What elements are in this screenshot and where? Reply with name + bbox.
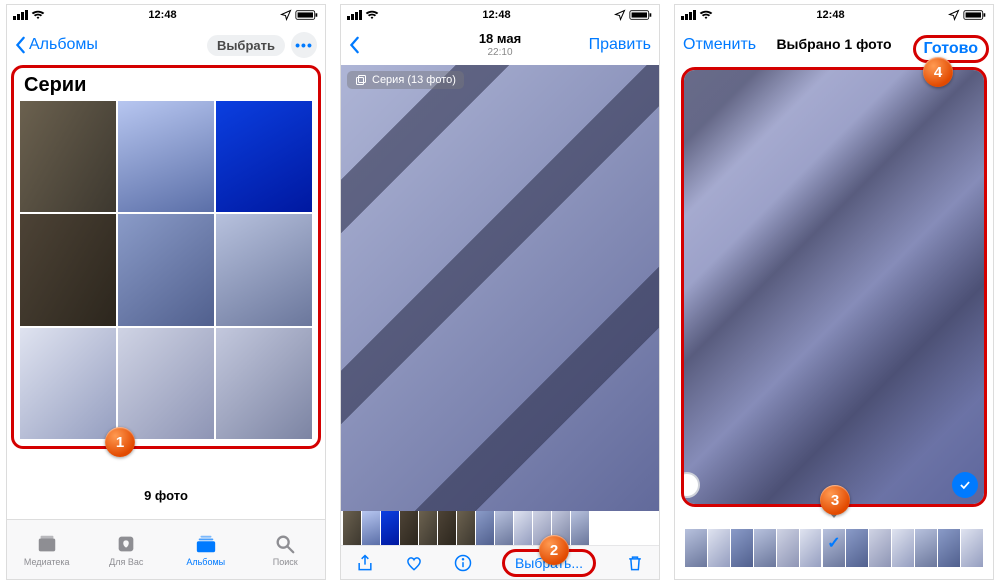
ellipsis-icon: ••• — [295, 37, 313, 53]
photo-thumb[interactable] — [20, 214, 116, 325]
photo-thumb[interactable] — [118, 214, 214, 325]
photo-thumb[interactable] — [216, 328, 312, 439]
battery-icon — [963, 9, 987, 21]
photo-thumb[interactable] — [216, 101, 312, 212]
cancel-button[interactable]: Отменить — [683, 36, 756, 54]
tab-search[interactable]: Поиск — [246, 520, 326, 579]
nav-bar: 18 мая 22:10 Править — [341, 25, 659, 65]
signal-icon — [13, 10, 28, 20]
burst-icon — [355, 74, 367, 86]
foryou-icon — [114, 533, 138, 555]
album-highlight: Серии — [11, 65, 321, 449]
filmstrip[interactable] — [343, 511, 657, 545]
burst-badge: Серия (13 фото) — [347, 71, 464, 89]
photo-thumb[interactable] — [216, 214, 312, 325]
chevron-left-icon — [349, 36, 361, 54]
main-photo[interactable] — [341, 65, 659, 511]
selected-check-icon[interactable] — [952, 472, 978, 498]
tab-foryou[interactable]: Для Вас — [87, 520, 167, 579]
screen-1-albums: 12:48 Альбомы Выбрать ••• Серии — [6, 4, 326, 580]
photo-count: 9 фото — [7, 488, 325, 503]
info-icon[interactable] — [453, 553, 473, 573]
selected-photo[interactable] — [684, 70, 984, 504]
select-button[interactable]: Выбрать — [207, 35, 285, 56]
battery-icon — [295, 9, 319, 21]
status-bar: 12:48 — [341, 5, 659, 25]
clock: 12:48 — [816, 9, 844, 21]
nav-bar: Альбомы Выбрать ••• — [7, 25, 325, 65]
signal-icon — [347, 10, 362, 20]
location-icon — [280, 9, 292, 21]
done-highlight: Готово — [913, 35, 989, 63]
tab-albums[interactable]: Альбомы — [166, 520, 246, 579]
step-badge-4: 4 — [923, 57, 953, 87]
library-icon — [35, 533, 59, 555]
screen-3-select-photo: 12:48 Отменить Выбрано 1 фото Готово 4 3 — [674, 4, 994, 580]
clock: 12:48 — [148, 9, 176, 21]
step-badge-1: 1 — [105, 427, 135, 457]
albums-icon — [194, 533, 218, 555]
trash-icon[interactable] — [625, 553, 645, 573]
status-bar: 12:48 — [675, 5, 993, 25]
photo-thumb[interactable] — [20, 101, 116, 212]
location-icon — [614, 9, 626, 21]
photo-grid — [20, 101, 312, 439]
wifi-icon — [365, 10, 379, 20]
filmstrip[interactable]: ✓ — [679, 519, 989, 567]
step-badge-2: 2 — [539, 535, 569, 565]
battery-icon — [629, 9, 653, 21]
wifi-icon — [31, 10, 45, 20]
chevron-left-icon — [15, 36, 27, 54]
signal-icon — [681, 10, 696, 20]
photo-thumb[interactable] — [118, 101, 214, 212]
nav-title: Выбрано 1 фото — [776, 36, 891, 52]
check-icon: ✓ — [827, 533, 840, 553]
screen-2-burst-detail: 12:48 18 мая 22:10 Править Серия (13 фот… — [340, 4, 660, 580]
share-icon[interactable] — [355, 553, 375, 573]
tab-library[interactable]: Медиатека — [7, 520, 87, 579]
photo-thumb[interactable] — [20, 328, 116, 439]
done-button[interactable]: Готово — [924, 40, 978, 57]
album-title: Серии — [24, 74, 312, 97]
photo-thumb[interactable] — [118, 328, 214, 439]
step-badge-3: 3 — [820, 485, 850, 515]
photo-highlight — [681, 67, 987, 507]
tab-bar: Медиатека Для Вас Альбомы Поиск — [7, 519, 325, 579]
edit-button[interactable]: Править — [589, 36, 651, 54]
more-button[interactable]: ••• — [291, 32, 317, 58]
search-icon — [273, 533, 297, 555]
wifi-icon — [699, 10, 713, 20]
status-bar: 12:48 — [7, 5, 325, 25]
heart-icon[interactable] — [404, 553, 424, 573]
back-button[interactable] — [349, 36, 361, 54]
back-button[interactable]: Альбомы — [15, 36, 98, 54]
location-icon — [948, 9, 960, 21]
clock: 12:48 — [482, 9, 510, 21]
toolbar: Выбрать... — [341, 545, 659, 579]
